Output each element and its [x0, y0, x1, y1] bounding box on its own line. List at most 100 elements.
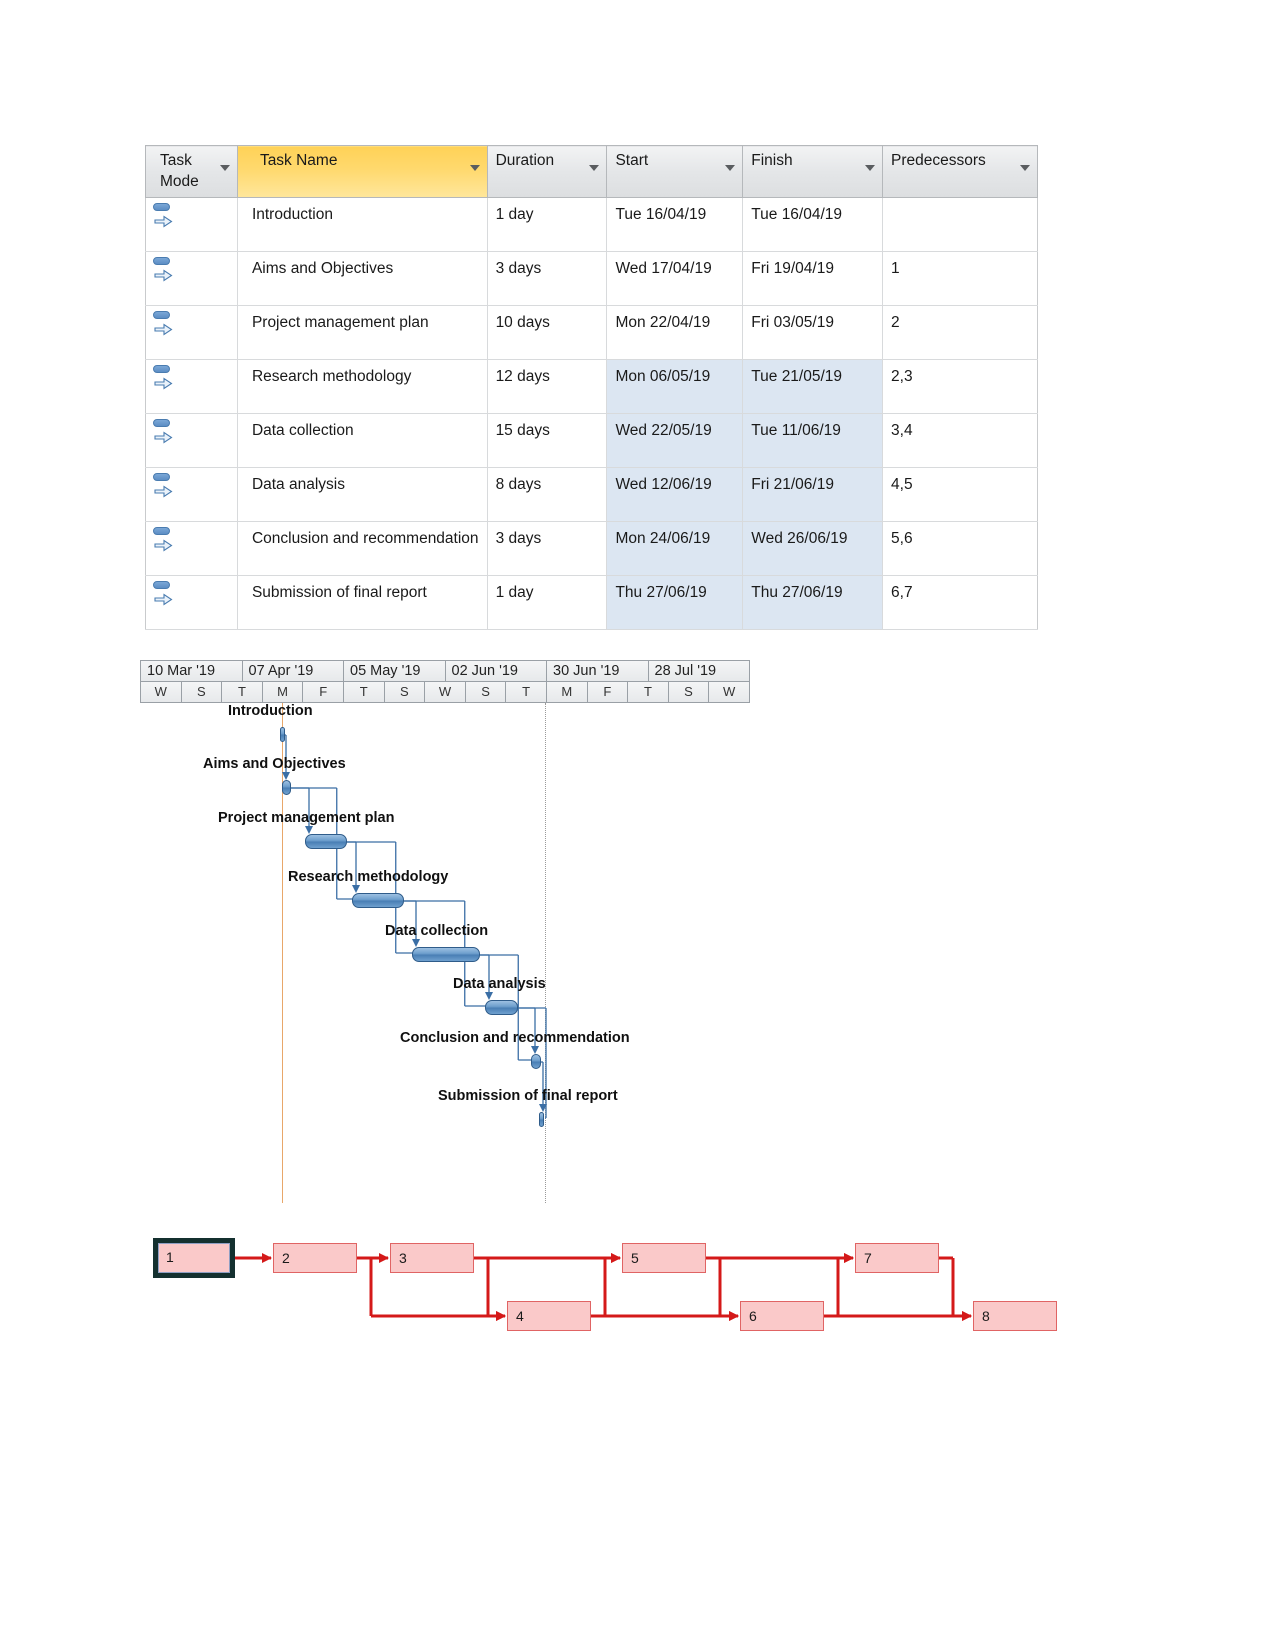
table-row[interactable]: Data collection 15 days Wed 22/05/19 Tue 11…: [145, 413, 1038, 468]
gantt-bar-label: Submission of final report: [438, 1088, 618, 1104]
gantt-bar[interactable]: [352, 893, 404, 908]
cell-duration[interactable]: 1 day: [486, 575, 608, 630]
cell-finish[interactable]: Fri 21/06/19: [742, 467, 884, 522]
column-header-task-mode[interactable]: Task Mode: [145, 145, 238, 198]
cell-task-mode[interactable]: [145, 359, 238, 414]
gantt-bar-label: Data collection: [385, 923, 489, 939]
cell-predecessors[interactable]: 5,6: [882, 521, 1038, 576]
cell-finish[interactable]: Fri 19/04/19: [742, 251, 884, 306]
duration-text: 15 days: [495, 422, 550, 439]
cell-finish[interactable]: Thu 27/06/19: [742, 575, 884, 630]
cell-start[interactable]: Mon 06/05/19: [606, 359, 744, 414]
start-date-text: Tue 16/04/19: [615, 206, 707, 223]
network-node[interactable]: 6: [740, 1301, 824, 1331]
table-row[interactable]: Research methodology 12 days Mon 06/05/19 T…: [145, 359, 1038, 414]
cell-task-name[interactable]: Aims and Objectives: [236, 251, 488, 306]
cell-start[interactable]: Mon 22/04/19: [606, 305, 744, 360]
cell-finish[interactable]: Fri 03/05/19: [742, 305, 884, 360]
finish-date-text: Fri 03/05/19: [751, 314, 834, 331]
table-row[interactable]: Conclusion and recommendation 3 days Mon 2…: [145, 521, 1038, 576]
gantt-month-cell: 28 Jul '19: [648, 660, 750, 682]
cell-duration[interactable]: 8 days: [486, 467, 608, 522]
network-node[interactable]: 3: [390, 1243, 474, 1273]
cell-predecessors[interactable]: 4,5: [882, 467, 1038, 522]
cell-finish[interactable]: Wed 26/06/19: [742, 521, 884, 576]
column-header-task-name[interactable]: Task Name: [237, 145, 488, 198]
cell-predecessors[interactable]: 6,7: [882, 575, 1038, 630]
network-node[interactable]: 7: [855, 1243, 939, 1273]
chevron-down-icon[interactable]: [469, 165, 480, 171]
network-node[interactable]: 2: [273, 1243, 357, 1273]
cell-predecessors[interactable]: 3,4: [882, 413, 1038, 468]
gantt-bar[interactable]: [280, 727, 285, 742]
cell-task-name[interactable]: Research methodology: [236, 359, 488, 414]
gantt-bar[interactable]: [539, 1112, 544, 1127]
gantt-bar[interactable]: [485, 1000, 518, 1015]
cell-task-name[interactable]: Introduction: [236, 197, 488, 252]
cell-start[interactable]: Wed 12/06/19: [606, 467, 744, 522]
gantt-bar[interactable]: [305, 834, 347, 849]
cell-start[interactable]: Wed 17/04/19: [606, 251, 744, 306]
table-row[interactable]: Data analysis 8 days Wed 12/06/19 Fri 21/06…: [145, 467, 1038, 522]
gantt-bar[interactable]: [531, 1054, 541, 1069]
table-row[interactable]: Introduction 1 day Tue 16/04/19 Tue 16/04/1…: [145, 197, 1038, 252]
gantt-bar[interactable]: [282, 780, 291, 795]
column-header-duration[interactable]: Duration: [487, 145, 608, 198]
network-node-label: 4: [516, 1308, 524, 1324]
cell-task-name[interactable]: Project management plan: [236, 305, 488, 360]
gantt-day-cell: F: [587, 682, 629, 703]
predecessors-text: 2: [891, 314, 900, 331]
cell-task-mode[interactable]: [145, 251, 238, 306]
table-row[interactable]: Aims and Objectives 3 days Wed 17/04/19 Fri…: [145, 251, 1038, 306]
cell-predecessors[interactable]: 2,3: [882, 359, 1038, 414]
chevron-down-icon[interactable]: [589, 165, 600, 171]
cell-predecessors[interactable]: 2: [882, 305, 1038, 360]
predecessors-text: 3,4: [891, 422, 913, 439]
cell-finish[interactable]: Tue 21/05/19: [742, 359, 884, 414]
chevron-down-icon[interactable]: [219, 165, 230, 171]
cell-predecessors[interactable]: 1: [882, 251, 1038, 306]
column-header-start[interactable]: Start: [606, 145, 744, 198]
cell-task-name[interactable]: Conclusion and recommendation: [236, 521, 488, 576]
cell-duration[interactable]: 3 days: [486, 521, 608, 576]
cell-start[interactable]: Tue 16/04/19: [606, 197, 744, 252]
network-node[interactable]: 8: [973, 1301, 1057, 1331]
chevron-down-icon[interactable]: [1020, 165, 1030, 171]
cell-task-mode[interactable]: [145, 305, 238, 360]
table-row[interactable]: Project management plan 10 days Mon 22/04/…: [145, 305, 1038, 360]
cell-finish[interactable]: Tue 11/06/19: [742, 413, 884, 468]
network-node[interactable]: 5: [622, 1243, 706, 1273]
task-name-text: Data collection: [251, 422, 354, 439]
cell-duration[interactable]: 12 days: [486, 359, 608, 414]
table-row[interactable]: Submission of final report 1 day Thu 27/06…: [145, 575, 1038, 630]
cell-task-name[interactable]: Data analysis: [236, 467, 488, 522]
cell-task-mode[interactable]: [145, 413, 238, 468]
cell-duration[interactable]: 15 days: [486, 413, 608, 468]
cell-duration[interactable]: 1 day: [486, 197, 608, 252]
network-node[interactable]: 1: [153, 1238, 235, 1278]
cell-start[interactable]: Wed 22/05/19: [606, 413, 744, 468]
cell-duration[interactable]: 3 days: [486, 251, 608, 306]
network-node-label: 2: [282, 1250, 290, 1266]
cell-start[interactable]: Thu 27/06/19: [606, 575, 744, 630]
cell-finish[interactable]: Tue 16/04/19: [742, 197, 884, 252]
cell-predecessors[interactable]: [882, 197, 1038, 252]
column-header-predecessors[interactable]: Predecessors: [882, 145, 1038, 198]
chevron-down-icon[interactable]: [865, 165, 876, 171]
cell-task-name[interactable]: Data collection: [236, 413, 488, 468]
cell-duration[interactable]: 10 days: [486, 305, 608, 360]
chevron-down-icon[interactable]: [725, 165, 736, 171]
cell-task-name[interactable]: Submission of final report: [236, 575, 488, 630]
cell-start[interactable]: Mon 24/06/19: [606, 521, 744, 576]
network-node[interactable]: 4: [507, 1301, 591, 1331]
cell-task-mode[interactable]: [145, 521, 238, 576]
cell-task-mode[interactable]: [145, 197, 238, 252]
start-date-text: Wed 22/05/19: [615, 422, 712, 439]
cell-task-mode[interactable]: [145, 467, 238, 522]
cell-task-mode[interactable]: [145, 575, 238, 630]
gantt-bar[interactable]: [412, 947, 480, 962]
column-header-finish[interactable]: Finish: [742, 145, 884, 198]
duration-text: 3 days: [495, 530, 542, 547]
column-header-start-label: Start: [615, 152, 649, 169]
column-header-predecessors-label: Predecessors: [891, 152, 986, 169]
